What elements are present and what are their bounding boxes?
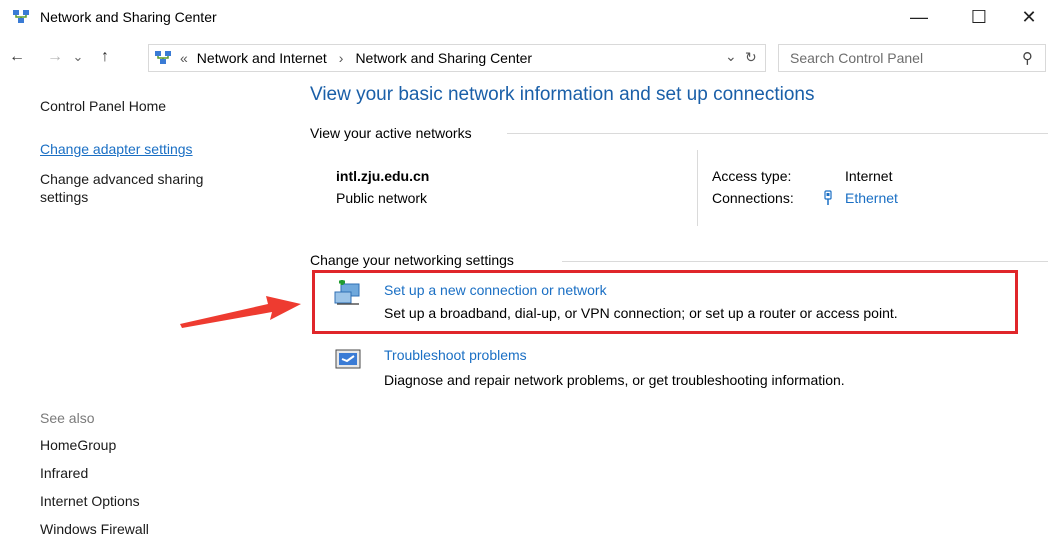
page-title: View your basic network information and …: [310, 84, 815, 105]
breadcrumb-network-sharing-center[interactable]: Network and Sharing Center: [355, 50, 532, 66]
breadcrumb-overflow[interactable]: «: [180, 50, 188, 66]
address-bar[interactable]: « Network and Internet › Network and Sha…: [148, 44, 766, 72]
window-title: Network and Sharing Center: [40, 9, 217, 25]
access-type-value: Internet: [845, 168, 893, 184]
infrared-link[interactable]: Infrared: [40, 465, 88, 481]
breadcrumb-network-and-internet[interactable]: Network and Internet: [197, 50, 327, 66]
breadcrumb-separator[interactable]: ›: [339, 50, 344, 66]
windows-firewall-link[interactable]: Windows Firewall: [40, 521, 149, 537]
active-networks-label: View your active networks: [310, 125, 472, 141]
minimize-button[interactable]: —: [896, 0, 942, 34]
forward-arrow-icon: →: [47, 48, 63, 65]
forward-button[interactable]: →: [44, 46, 66, 68]
close-icon: ✕: [1021, 6, 1037, 27]
access-type-label: Access type:: [712, 168, 792, 184]
maximize-button[interactable]: ☐: [956, 0, 1002, 34]
change-adapter-settings-link[interactable]: Change adapter settings: [40, 141, 193, 157]
up-button[interactable]: ↑: [94, 46, 116, 68]
search-input[interactable]: [779, 49, 1022, 67]
chevron-down-icon: ⌄: [72, 49, 84, 64]
troubleshoot-icon: [335, 349, 361, 369]
troubleshoot-description: Diagnose and repair network problems, or…: [384, 372, 845, 388]
minimize-icon: —: [910, 6, 928, 27]
network-type[interactable]: Public network: [336, 190, 427, 206]
pointer-arrow-icon: [180, 296, 301, 328]
troubleshoot-problems-link[interactable]: Troubleshoot problems: [384, 347, 527, 363]
see-also-label: See also: [40, 410, 95, 426]
network-center-icon: [155, 51, 171, 64]
sidebar-home-link[interactable]: Control Panel Home: [40, 98, 166, 114]
network-center-icon: [13, 10, 29, 23]
ethernet-icon: [824, 190, 832, 205]
title-bar: Network and Sharing Center — ☐ ✕: [0, 0, 1048, 34]
address-dropdown-icon[interactable]: ⌄: [725, 48, 737, 65]
change-advanced-sharing-link[interactable]: Change advanced sharing settings: [40, 170, 250, 206]
connections-label: Connections:: [712, 190, 794, 206]
up-arrow-icon: ↑: [101, 48, 109, 65]
back-arrow-icon: ←: [9, 48, 25, 65]
divider: [562, 261, 1048, 262]
homegroup-link[interactable]: HomeGroup: [40, 437, 116, 453]
vertical-divider: [697, 150, 698, 226]
search-icon[interactable]: ⚲: [1022, 49, 1033, 67]
change-settings-label: Change your networking settings: [310, 252, 514, 268]
close-button[interactable]: ✕: [1010, 0, 1048, 34]
network-name: intl.zju.edu.cn: [336, 168, 430, 184]
ethernet-link[interactable]: Ethernet: [845, 190, 898, 206]
maximize-icon: ☐: [970, 6, 988, 27]
highlight-box: [312, 270, 1018, 334]
back-button[interactable]: ←: [6, 46, 28, 68]
divider: [507, 133, 1048, 134]
internet-options-link[interactable]: Internet Options: [40, 493, 140, 509]
search-box[interactable]: ⚲: [778, 44, 1046, 72]
recent-locations-button[interactable]: ⌄: [70, 46, 86, 68]
refresh-icon[interactable]: ↻: [745, 49, 757, 66]
